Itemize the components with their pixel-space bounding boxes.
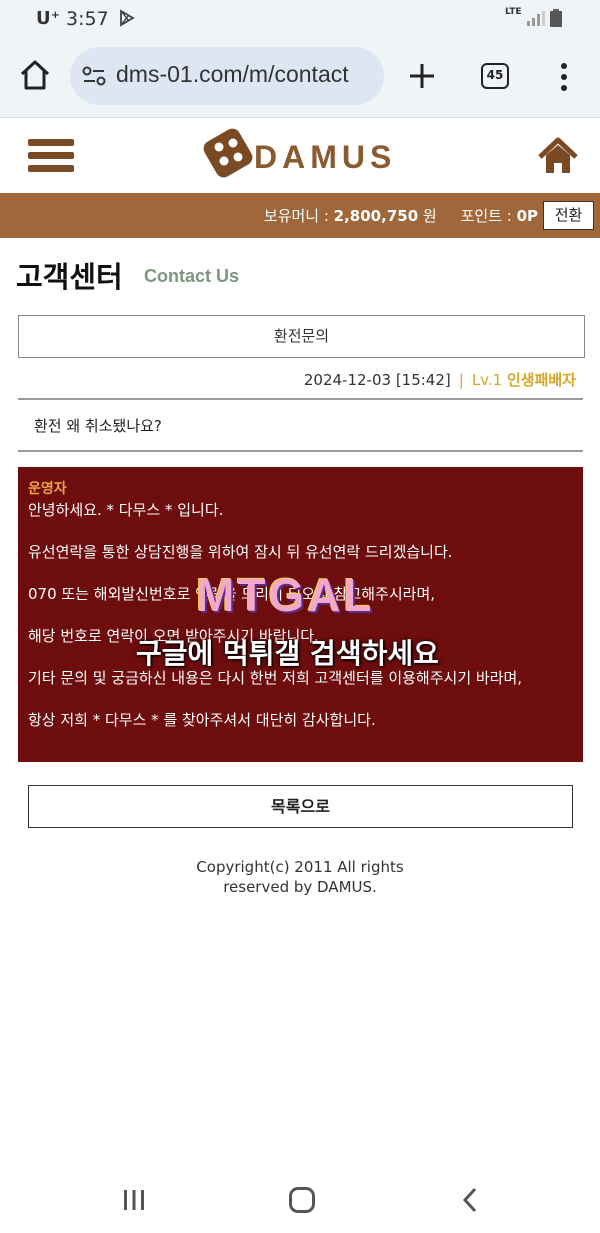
signal-icon <box>527 11 545 26</box>
copyright-line: reserved by DAMUS. <box>223 878 377 896</box>
watermark-logo: MTGAL <box>196 569 375 621</box>
network-type: LTE <box>505 7 522 17</box>
new-tab-icon[interactable] <box>406 60 438 92</box>
money-label: 보유머니 : <box>263 207 334 225</box>
inquiry-question: 환전 왜 취소됐나요? <box>34 417 162 435</box>
browser-home-icon[interactable] <box>18 58 52 92</box>
meta-separator: | <box>458 371 464 389</box>
inquiry-meta: 2024-12-03 [15:42] | Lv.1 인생패배자 <box>304 369 576 390</box>
dice-logo-icon <box>203 128 253 178</box>
user-level: Lv.1 <box>471 371 503 389</box>
money-value: 2,800,750 <box>333 207 419 225</box>
status-bar: U⁺ 3:57 LTE <box>0 0 600 38</box>
nav-back-icon[interactable] <box>460 1187 480 1213</box>
logo-text: DAMUS <box>254 139 397 175</box>
answer-line: 항상 저희 * 다무스 * 를 찾아주셔서 대단히 감사합니다. <box>28 711 376 729</box>
answer-author: 운영자 <box>28 481 67 497</box>
carrier-label: U⁺ <box>36 8 61 29</box>
convert-button[interactable]: 전환 <box>543 201 594 230</box>
site-settings-icon[interactable] <box>82 65 106 87</box>
copyright-line: Copyright(c) 2011 All rights <box>196 858 404 876</box>
menu-icon[interactable] <box>28 139 74 175</box>
battery-icon <box>550 9 562 27</box>
inquiry-category: 환전문의 <box>18 315 585 358</box>
divider <box>18 450 583 452</box>
answer-line: 유선연락을 통한 상담진행을 위하여 잠시 뒤 유선연락 드리겠습니다. <box>28 543 453 561</box>
url-text: dms-01.com/m/contact <box>116 61 349 87</box>
play-store-icon <box>120 9 135 27</box>
answer-line: 안녕하세요. * 다무스 * 입니다. <box>28 501 224 519</box>
copyright: Copyright(c) 2011 All rights reserved by… <box>0 857 600 897</box>
site-header: DAMUS <box>0 119 600 193</box>
watermark-text: 구글에 먹튀갤 검색하세요 <box>136 637 439 670</box>
nav-home-icon[interactable] <box>289 1187 315 1213</box>
address-bar[interactable]: dms-01.com/m/contact <box>70 47 384 105</box>
balance-info: 보유머니 : 2,800,750 원 포인트 : 0P <box>264 205 538 226</box>
user-nickname: 인생패배자 <box>506 371 576 389</box>
more-menu-icon[interactable] <box>556 62 572 92</box>
site-home-icon[interactable] <box>538 137 578 175</box>
status-time: 3:57 <box>66 8 109 30</box>
recent-apps-icon[interactable] <box>122 1188 146 1212</box>
inquiry-datetime: 2024-12-03 [15:42] <box>303 371 451 389</box>
money-unit: 원 <box>418 207 437 225</box>
page-subtitle: Contact Us <box>144 266 240 286</box>
divider <box>18 398 583 400</box>
site-logo[interactable]: DAMUS <box>202 123 402 185</box>
points-value: 0P <box>516 207 538 225</box>
user-balance-bar: 보유머니 : 2,800,750 원 포인트 : 0P <box>0 193 600 238</box>
back-to-list-button[interactable]: 목록으로 <box>28 785 573 828</box>
page-title: 고객센터 <box>16 260 123 294</box>
tab-switcher-button[interactable]: 45 <box>481 63 509 89</box>
browser-toolbar: dms-01.com/m/contact 45 <box>0 38 600 118</box>
points-label: 포인트 : <box>460 207 517 225</box>
